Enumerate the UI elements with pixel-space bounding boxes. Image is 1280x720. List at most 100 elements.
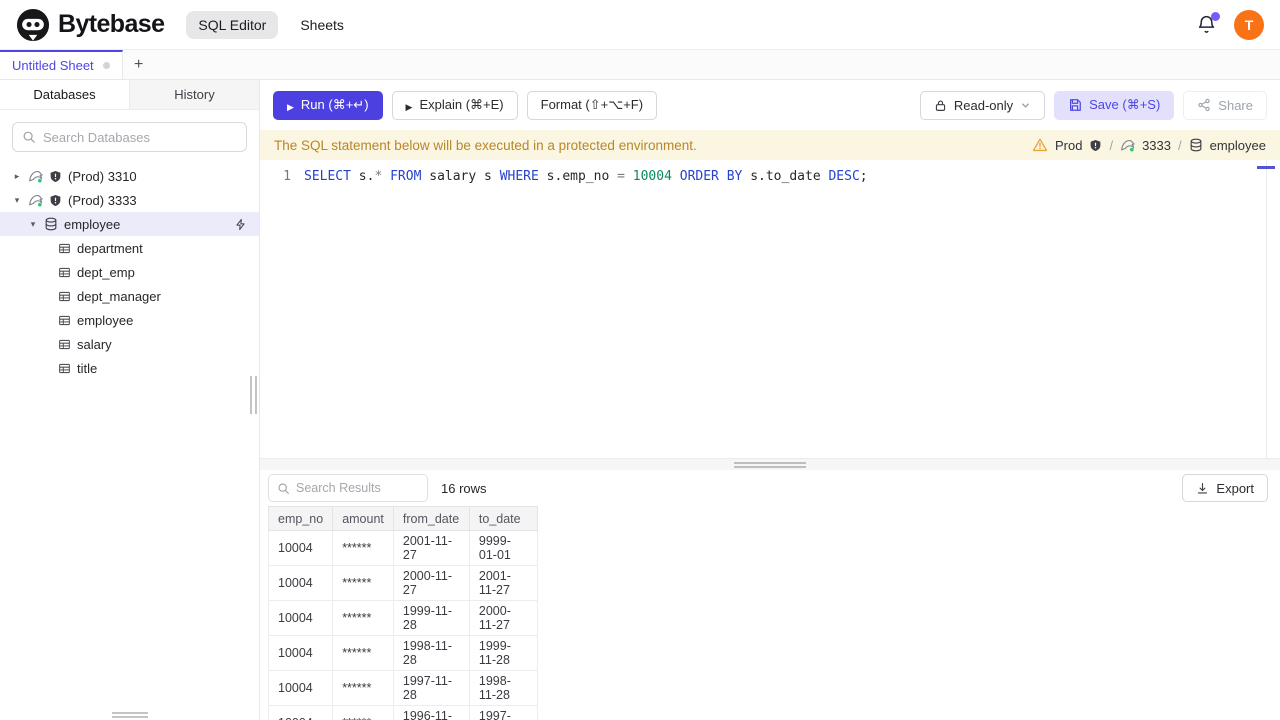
cell-from-date[interactable]: 2000-11-27 — [392, 565, 470, 601]
cell-emp-no[interactable]: 10004 — [268, 635, 334, 671]
table-row[interactable]: 10004 ****** 1997-11-28 1998-11-28 — [268, 670, 538, 706]
table-row[interactable]: 10004 ****** 1999-11-28 2000-11-27 — [268, 600, 538, 636]
cell-amount[interactable]: ****** — [332, 635, 394, 671]
cell-to-date[interactable]: 1997-11-28 — [468, 705, 538, 720]
database-search-input[interactable] — [43, 129, 237, 145]
database-icon — [44, 217, 58, 231]
cell-from-date[interactable]: 1999-11-28 — [392, 600, 470, 636]
tree-item[interactable]: salary — [0, 332, 259, 356]
connection-breadcrumb: Prod / 3333 / employee — [1032, 137, 1266, 153]
tab-history[interactable]: History — [130, 80, 259, 109]
cell-from-date[interactable]: 2001-11-27 — [392, 530, 470, 566]
unsaved-dot — [102, 62, 110, 69]
tree-item[interactable]: employee — [0, 308, 259, 332]
tree-item[interactable]: (Prod) 3310 — [0, 164, 259, 188]
code-line[interactable]: 1 SELECT s.* FROM salary s WHERE s.emp_n… — [260, 167, 1280, 186]
tree-item[interactable]: dept_manager — [0, 284, 259, 308]
cell-amount[interactable]: ****** — [332, 530, 394, 566]
tree-item-label: employee — [77, 312, 134, 328]
cell-to-date[interactable]: 2001-11-27 — [468, 565, 538, 601]
tree-item[interactable]: dept_emp — [0, 260, 259, 284]
cell-amount[interactable]: ****** — [332, 705, 394, 720]
tree-item[interactable]: employee — [0, 212, 259, 236]
database-search[interactable] — [12, 122, 247, 152]
results-search[interactable] — [268, 474, 428, 502]
column-header[interactable]: emp_no — [268, 506, 334, 531]
cell-amount[interactable]: ****** — [332, 600, 394, 636]
database-tree: (Prod) 3310 — [0, 164, 259, 720]
format-label: Format (⇧+⌥+F) — [540, 97, 644, 112]
new-sheet-button[interactable]: + — [123, 50, 155, 79]
cell-emp-no[interactable]: 10004 — [268, 530, 334, 566]
tab-databases[interactable]: Databases — [0, 80, 130, 109]
sql-token: FROM — [390, 169, 422, 184]
cell-from-date[interactable]: 1997-11-28 — [392, 670, 470, 706]
table-row[interactable]: 10004 ****** 1998-11-28 1999-11-28 — [268, 635, 538, 671]
nav-sheets[interactable]: Sheets — [288, 11, 356, 39]
tree-item-label: salary — [77, 336, 112, 352]
tree-item[interactable]: department — [0, 236, 259, 260]
banner-message: The SQL statement below will be executed… — [274, 137, 697, 153]
sidebar-bottom-resize-handle[interactable] — [111, 712, 148, 718]
avatar[interactable]: T — [1234, 9, 1264, 40]
format-button[interactable]: Format (⇧+⌥+F) — [526, 90, 658, 120]
cell-emp-no[interactable]: 10004 — [268, 705, 334, 720]
column-header[interactable]: amount — [332, 506, 394, 531]
save-button[interactable]: Save (⌘+S) — [1054, 90, 1175, 120]
tree-item[interactable]: (Prod) 3333 — [0, 188, 259, 212]
table-row[interactable]: 10004 ****** 2000-11-27 2001-11-27 — [268, 565, 538, 601]
sql-editor[interactable]: 1 SELECT s.* FROM salary s WHERE s.emp_n… — [260, 160, 1280, 458]
nav-sql-editor[interactable]: SQL Editor — [186, 10, 279, 39]
results-resize-divider[interactable] — [260, 458, 1280, 470]
tree-item-label: dept_manager — [77, 288, 161, 304]
tree-item-label: department — [77, 240, 143, 256]
column-header[interactable]: to_date — [468, 506, 538, 531]
explain-button[interactable]: Explain (⌘+E) — [391, 90, 518, 120]
caret-icon[interactable] — [12, 195, 22, 206]
caret-icon[interactable] — [28, 219, 38, 230]
cell-from-date[interactable]: 1996-11-28 — [392, 705, 470, 720]
cell-emp-no[interactable]: 10004 — [268, 565, 334, 601]
bytebase-logo-icon — [16, 8, 50, 42]
results-header: 16 rows Export — [260, 470, 1280, 506]
caret-icon[interactable] — [12, 171, 22, 182]
sheet-tab-untitled[interactable]: Untitled Sheet — [0, 50, 123, 79]
cell-to-date[interactable]: 1999-11-28 — [468, 635, 538, 671]
results-search-input[interactable] — [296, 481, 419, 495]
table-icon — [58, 242, 71, 255]
table-row[interactable]: 10004 ****** 2001-11-27 9999-01-01 — [268, 530, 538, 566]
bytebase-logo[interactable]: Bytebase — [16, 8, 165, 42]
sql-token: WHERE — [499, 169, 539, 184]
tree-item[interactable]: title — [0, 356, 259, 380]
cell-emp-no[interactable]: 10004 — [268, 670, 334, 706]
results-resize-handle[interactable] — [734, 462, 806, 468]
table-row[interactable]: 10004 ****** 1996-11-28 1997-11-28 — [268, 705, 538, 720]
quick-action-bolt-icon[interactable] — [234, 218, 247, 231]
cell-to-date[interactable]: 1998-11-28 — [468, 670, 538, 706]
environment-label[interactable]: Prod — [1055, 138, 1082, 153]
row-count: 16 rows — [441, 480, 487, 496]
notifications-bell-icon[interactable] — [1196, 11, 1220, 36]
instance-label[interactable]: 3333 — [1142, 138, 1171, 153]
top-nav: SQL Editor Sheets — [186, 10, 356, 39]
database-label[interactable]: employee — [1210, 138, 1266, 153]
editor-scrollbar[interactable] — [1266, 160, 1267, 458]
share-button[interactable]: Share — [1183, 90, 1267, 120]
readonly-mode-dropdown[interactable]: Read-only — [919, 90, 1046, 120]
run-button[interactable]: Run (⌘+↵) — [273, 90, 383, 120]
cell-from-date[interactable]: 1998-11-28 — [392, 635, 470, 671]
mysql-instance-icon — [1120, 138, 1135, 153]
export-button[interactable]: Export — [1182, 474, 1268, 502]
sidebar-tabs: Databases History — [0, 80, 259, 110]
cell-to-date[interactable]: 9999-01-01 — [468, 530, 538, 566]
sql-token: s.to_date — [742, 169, 829, 184]
tree-item-label: dept_emp — [77, 264, 135, 280]
sidebar-resize-handle[interactable] — [250, 376, 257, 414]
cell-to-date[interactable]: 2000-11-27 — [468, 600, 538, 636]
cell-emp-no[interactable]: 10004 — [268, 600, 334, 636]
column-header[interactable]: from_date — [392, 506, 470, 531]
cell-amount[interactable]: ****** — [332, 670, 394, 706]
protected-environment-banner: The SQL statement below will be executed… — [260, 130, 1280, 160]
cell-amount[interactable]: ****** — [332, 565, 394, 601]
